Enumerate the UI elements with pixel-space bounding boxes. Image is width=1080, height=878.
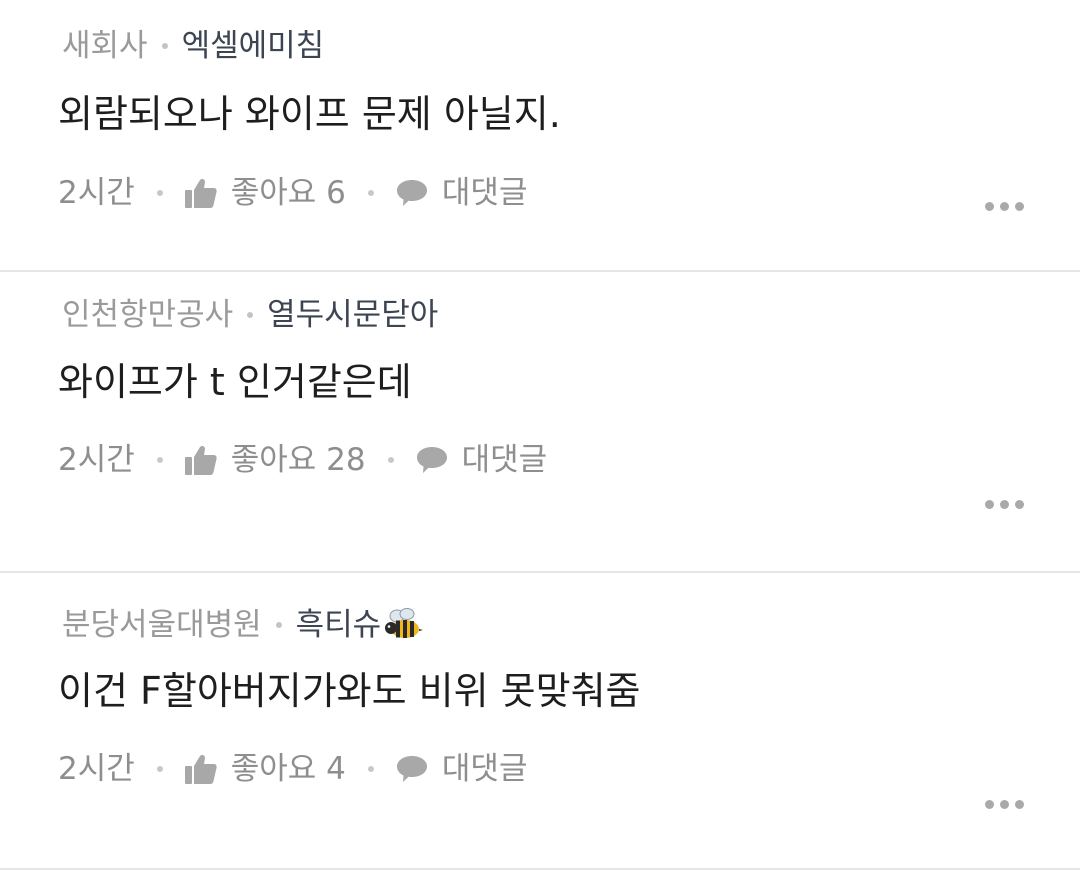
comment-item: 새회사 엑셀에미침 외람되오나 와이프 문제 아닐지. 2시간 좋아요 6 대댓…	[0, 0, 1080, 272]
like-button[interactable]: 좋아요 6	[184, 173, 346, 213]
more-options-button[interactable]	[985, 794, 1024, 815]
author-nickname[interactable]: 열두시문닫아	[267, 295, 438, 335]
reply-button[interactable]: 대댓글	[396, 173, 528, 213]
author-company: 인천항만공사	[62, 297, 234, 333]
more-options-button[interactable]	[985, 494, 1024, 515]
reply-label: 대댓글	[441, 751, 528, 787]
comment-author: 분당서울대병원 흑티슈	[62, 605, 424, 645]
comment-text: 와이프가 t 인거같은데	[58, 360, 412, 404]
comment-author: 인천항만공사 열두시문닫아	[62, 295, 438, 335]
author-company: 분당서울대병원	[62, 607, 262, 643]
like-button[interactable]: 좋아요 4	[184, 749, 346, 789]
separator-dot	[156, 190, 163, 196]
more-dots-icon	[985, 800, 994, 809]
speech-bubble-icon	[396, 180, 427, 206]
comment-text: 이건 F할아버지가와도 비위 못맞춰줌	[58, 669, 641, 713]
more-dots-icon	[1015, 202, 1024, 211]
reply-button[interactable]: 대댓글	[396, 749, 528, 789]
separator-dot	[387, 457, 394, 463]
comment-time: 2시간	[58, 751, 135, 787]
author-nickname[interactable]: 엑셀에미침	[182, 26, 325, 66]
separator-dot	[247, 312, 254, 318]
thumbs-up-icon	[184, 445, 217, 475]
separator-dot	[367, 766, 374, 772]
reply-label: 대댓글	[441, 175, 528, 211]
more-dots-icon	[1000, 800, 1009, 809]
comment-text: 외람되오나 와이프 문제 아닐지.	[58, 92, 561, 136]
like-count-label: 좋아요 6	[230, 175, 346, 211]
comment-time: 2시간	[58, 175, 135, 211]
comment-time: 2시간	[58, 442, 135, 478]
reply-label: 대댓글	[461, 442, 548, 478]
separator-dot	[161, 43, 168, 49]
comment-footer: 2시간 좋아요 28 대댓글	[58, 440, 547, 480]
comment-footer: 2시간 좋아요 4 대댓글	[58, 749, 527, 789]
bee-icon	[385, 608, 424, 638]
speech-bubble-icon	[416, 447, 447, 473]
more-dots-icon	[1015, 500, 1024, 509]
more-dots-icon	[985, 202, 994, 211]
separator-dot	[156, 766, 163, 772]
more-dots-icon	[1000, 202, 1009, 211]
more-dots-icon	[1000, 500, 1009, 509]
more-options-button[interactable]	[985, 196, 1024, 217]
thumbs-up-icon	[184, 754, 217, 784]
separator-dot	[367, 190, 374, 196]
speech-bubble-icon	[396, 756, 427, 782]
author-nickname[interactable]: 흑티슈	[296, 605, 382, 645]
comment-list: 새회사 엑셀에미침 외람되오나 와이프 문제 아닐지. 2시간 좋아요 6 대댓…	[0, 0, 1080, 878]
comment-item: 분당서울대병원 흑티슈 이건 F할아버지가와도 비위 못맞춰줌 2시간 좋아요 …	[0, 573, 1080, 870]
separator-dot	[275, 622, 282, 628]
reply-button[interactable]: 대댓글	[416, 440, 548, 480]
like-button[interactable]: 좋아요 28	[184, 440, 366, 480]
author-company: 새회사	[62, 28, 148, 64]
comment-item: 인천항만공사 열두시문닫아 와이프가 t 인거같은데 2시간 좋아요 28 대댓…	[0, 272, 1080, 573]
more-dots-icon	[985, 500, 994, 509]
like-count-label: 좋아요 28	[230, 442, 366, 478]
separator-dot	[156, 457, 163, 463]
thumbs-up-icon	[184, 178, 217, 208]
like-count-label: 좋아요 4	[230, 751, 346, 787]
more-dots-icon	[1015, 800, 1024, 809]
comment-footer: 2시간 좋아요 6 대댓글	[58, 173, 527, 213]
comment-author: 새회사 엑셀에미침	[62, 26, 324, 66]
